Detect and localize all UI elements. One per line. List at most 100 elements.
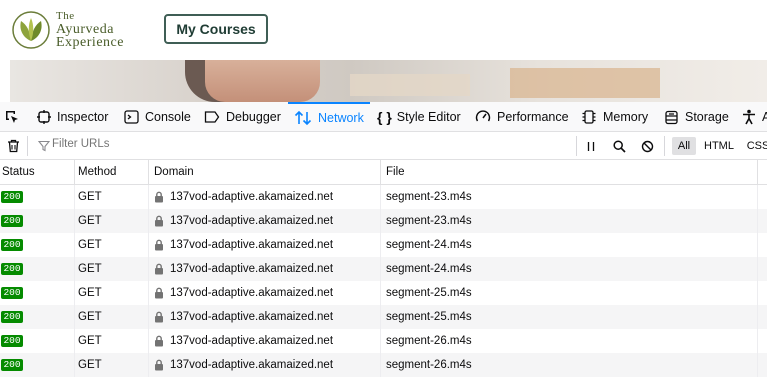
tab-memory[interactable]: Memory: [581, 102, 648, 132]
status-badge: 200: [1, 311, 23, 323]
block-url-button[interactable]: [638, 137, 656, 155]
column-header-domain[interactable]: Domain: [152, 160, 194, 185]
network-filter-bar: All HTML CSS: [0, 132, 767, 160]
domain-cell: 137vod-adaptive.akamaized.net: [170, 287, 334, 299]
devtools-toolbar: Inspector Console Debugger Network { } S…: [0, 102, 767, 132]
column-line: [757, 305, 758, 329]
search-button[interactable]: [610, 137, 628, 155]
devtools-panel: Inspector Console Debugger Network { } S…: [0, 102, 767, 387]
logo-text: The Ayurveda Experience: [56, 10, 124, 50]
tab-storage[interactable]: Storage: [664, 102, 729, 132]
ayurveda-logo[interactable]: The Ayurveda Experience: [12, 9, 152, 51]
status-badge: 200: [1, 215, 23, 227]
filter-html-button[interactable]: HTML: [701, 137, 737, 155]
domain-cell: 137vod-adaptive.akamaized.net: [170, 359, 334, 371]
network-icon: [294, 110, 312, 126]
status-badge: 200: [1, 239, 23, 251]
file-cell: segment-26.m4s: [386, 335, 472, 347]
debugger-icon: [204, 111, 220, 123]
table-row[interactable]: 200 GET 137vod-adaptive.akamaized.net segme…: [0, 329, 767, 353]
tab-performance[interactable]: Performance: [475, 102, 569, 132]
column-header-status[interactable]: Status: [0, 160, 35, 185]
method-cell: GET: [78, 335, 102, 347]
filter-all-button[interactable]: All: [672, 137, 696, 155]
column-line: [380, 305, 381, 329]
column-header-method[interactable]: Method: [76, 160, 116, 185]
element-picker-button[interactable]: [4, 102, 26, 132]
lock-icon: [154, 287, 164, 302]
domain-cell: 137vod-adaptive.akamaized.net: [170, 263, 334, 275]
column-divider[interactable]: [148, 160, 149, 184]
my-courses-button[interactable]: My Courses: [164, 14, 268, 44]
lock-icon: [154, 311, 164, 326]
status-badge: 200: [1, 191, 23, 203]
column-line: [74, 281, 75, 305]
filter-urls-input[interactable]: [38, 138, 252, 150]
column-line: [74, 305, 75, 329]
tab-style-editor[interactable]: { } Style Editor: [377, 102, 461, 132]
column-line: [74, 353, 75, 377]
style-editor-icon: { }: [377, 109, 392, 125]
column-divider[interactable]: [74, 160, 75, 184]
memory-icon: [582, 110, 596, 124]
domain-cell: 137vod-adaptive.akamaized.net: [170, 191, 334, 203]
column-line: [148, 185, 149, 209]
file-cell: segment-24.m4s: [386, 239, 472, 251]
trash-icon: [7, 139, 19, 153]
toolbar-divider: [27, 136, 28, 156]
tab-network[interactable]: Network: [288, 102, 370, 132]
column-line: [380, 353, 381, 377]
table-row[interactable]: 200 GET 137vod-adaptive.akamaized.net segme…: [0, 209, 767, 233]
accessibility-icon: [743, 109, 755, 125]
column-line: [148, 209, 149, 233]
column-line: [380, 209, 381, 233]
photo-person-face: [205, 60, 320, 102]
domain-cell: 137vod-adaptive.akamaized.net: [170, 335, 334, 347]
status-badge: 200: [1, 287, 23, 299]
search-icon: [612, 139, 626, 153]
column-line: [757, 281, 758, 305]
domain-cell: 137vod-adaptive.akamaized.net: [170, 215, 334, 227]
tab-console[interactable]: Console: [124, 102, 191, 132]
filter-css-button[interactable]: CSS: [745, 137, 767, 155]
column-divider[interactable]: [757, 160, 758, 184]
photo-background-shelf: [510, 68, 660, 98]
table-row[interactable]: 200 GET 137vod-adaptive.akamaized.net segme…: [0, 281, 767, 305]
toolbar-divider: [576, 136, 577, 156]
tab-accessibility[interactable]: A: [742, 102, 767, 132]
column-line: [757, 257, 758, 281]
lock-icon: [154, 191, 164, 206]
column-line: [757, 185, 758, 209]
method-cell: GET: [78, 191, 102, 203]
tab-label: Network: [318, 111, 364, 125]
tab-inspector[interactable]: Inspector: [37, 102, 108, 132]
lock-icon: [154, 263, 164, 278]
column-line: [74, 233, 75, 257]
console-icon: [124, 110, 139, 124]
column-header-file[interactable]: File: [384, 160, 405, 185]
file-cell: segment-23.m4s: [386, 215, 472, 227]
column-line: [757, 353, 758, 377]
column-line: [74, 257, 75, 281]
lock-icon: [154, 359, 164, 374]
column-line: [757, 209, 758, 233]
status-badge: 200: [1, 359, 23, 371]
pause-button[interactable]: [583, 137, 599, 155]
tab-label: Inspector: [57, 110, 109, 124]
domain-cell: 137vod-adaptive.akamaized.net: [170, 239, 334, 251]
table-row[interactable]: 200 GET 137vod-adaptive.akamaized.net segme…: [0, 353, 767, 377]
table-row[interactable]: 200 GET 137vod-adaptive.akamaized.net segme…: [0, 305, 767, 329]
clear-requests-button[interactable]: [4, 137, 22, 155]
table-row[interactable]: 200 GET 137vod-adaptive.akamaized.net segme…: [0, 185, 767, 209]
column-line: [148, 305, 149, 329]
method-cell: GET: [78, 239, 102, 251]
table-header: Status Method Domain File: [0, 160, 767, 185]
tab-debugger[interactable]: Debugger: [204, 102, 281, 132]
column-divider[interactable]: [380, 160, 381, 184]
block-icon: [641, 140, 653, 152]
table-row[interactable]: 200 GET 137vod-adaptive.akamaized.net segme…: [0, 233, 767, 257]
file-cell: segment-24.m4s: [386, 263, 472, 275]
table-row[interactable]: 200 GET 137vod-adaptive.akamaized.net segme…: [0, 257, 767, 281]
lock-icon: [154, 215, 164, 230]
toolbar-divider: [664, 136, 665, 156]
